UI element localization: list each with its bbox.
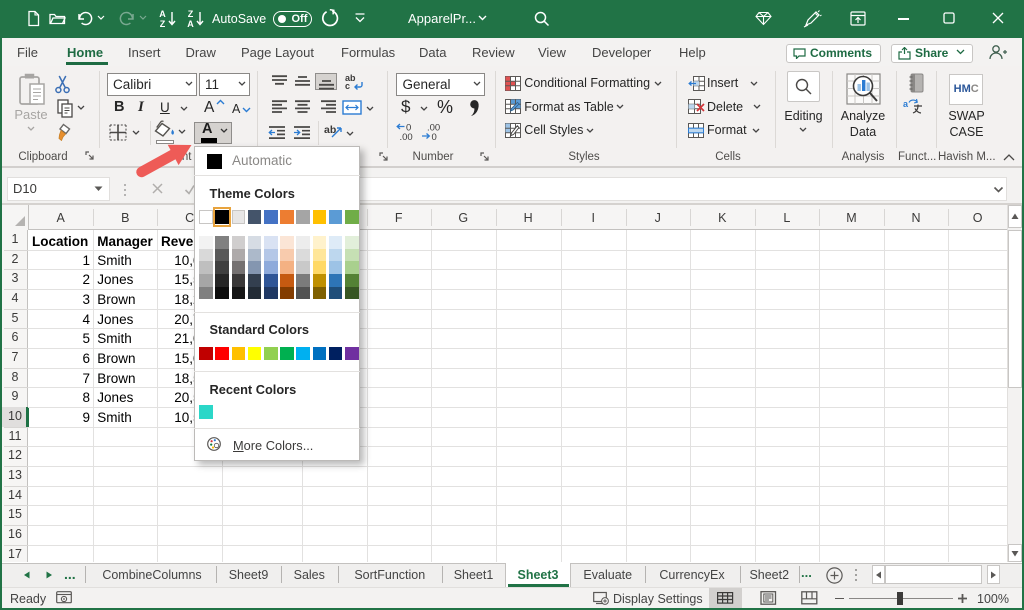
svg-text:a: a <box>903 99 909 109</box>
svg-text:.00: .00 <box>400 132 413 141</box>
svg-text:0: 0 <box>432 132 437 141</box>
